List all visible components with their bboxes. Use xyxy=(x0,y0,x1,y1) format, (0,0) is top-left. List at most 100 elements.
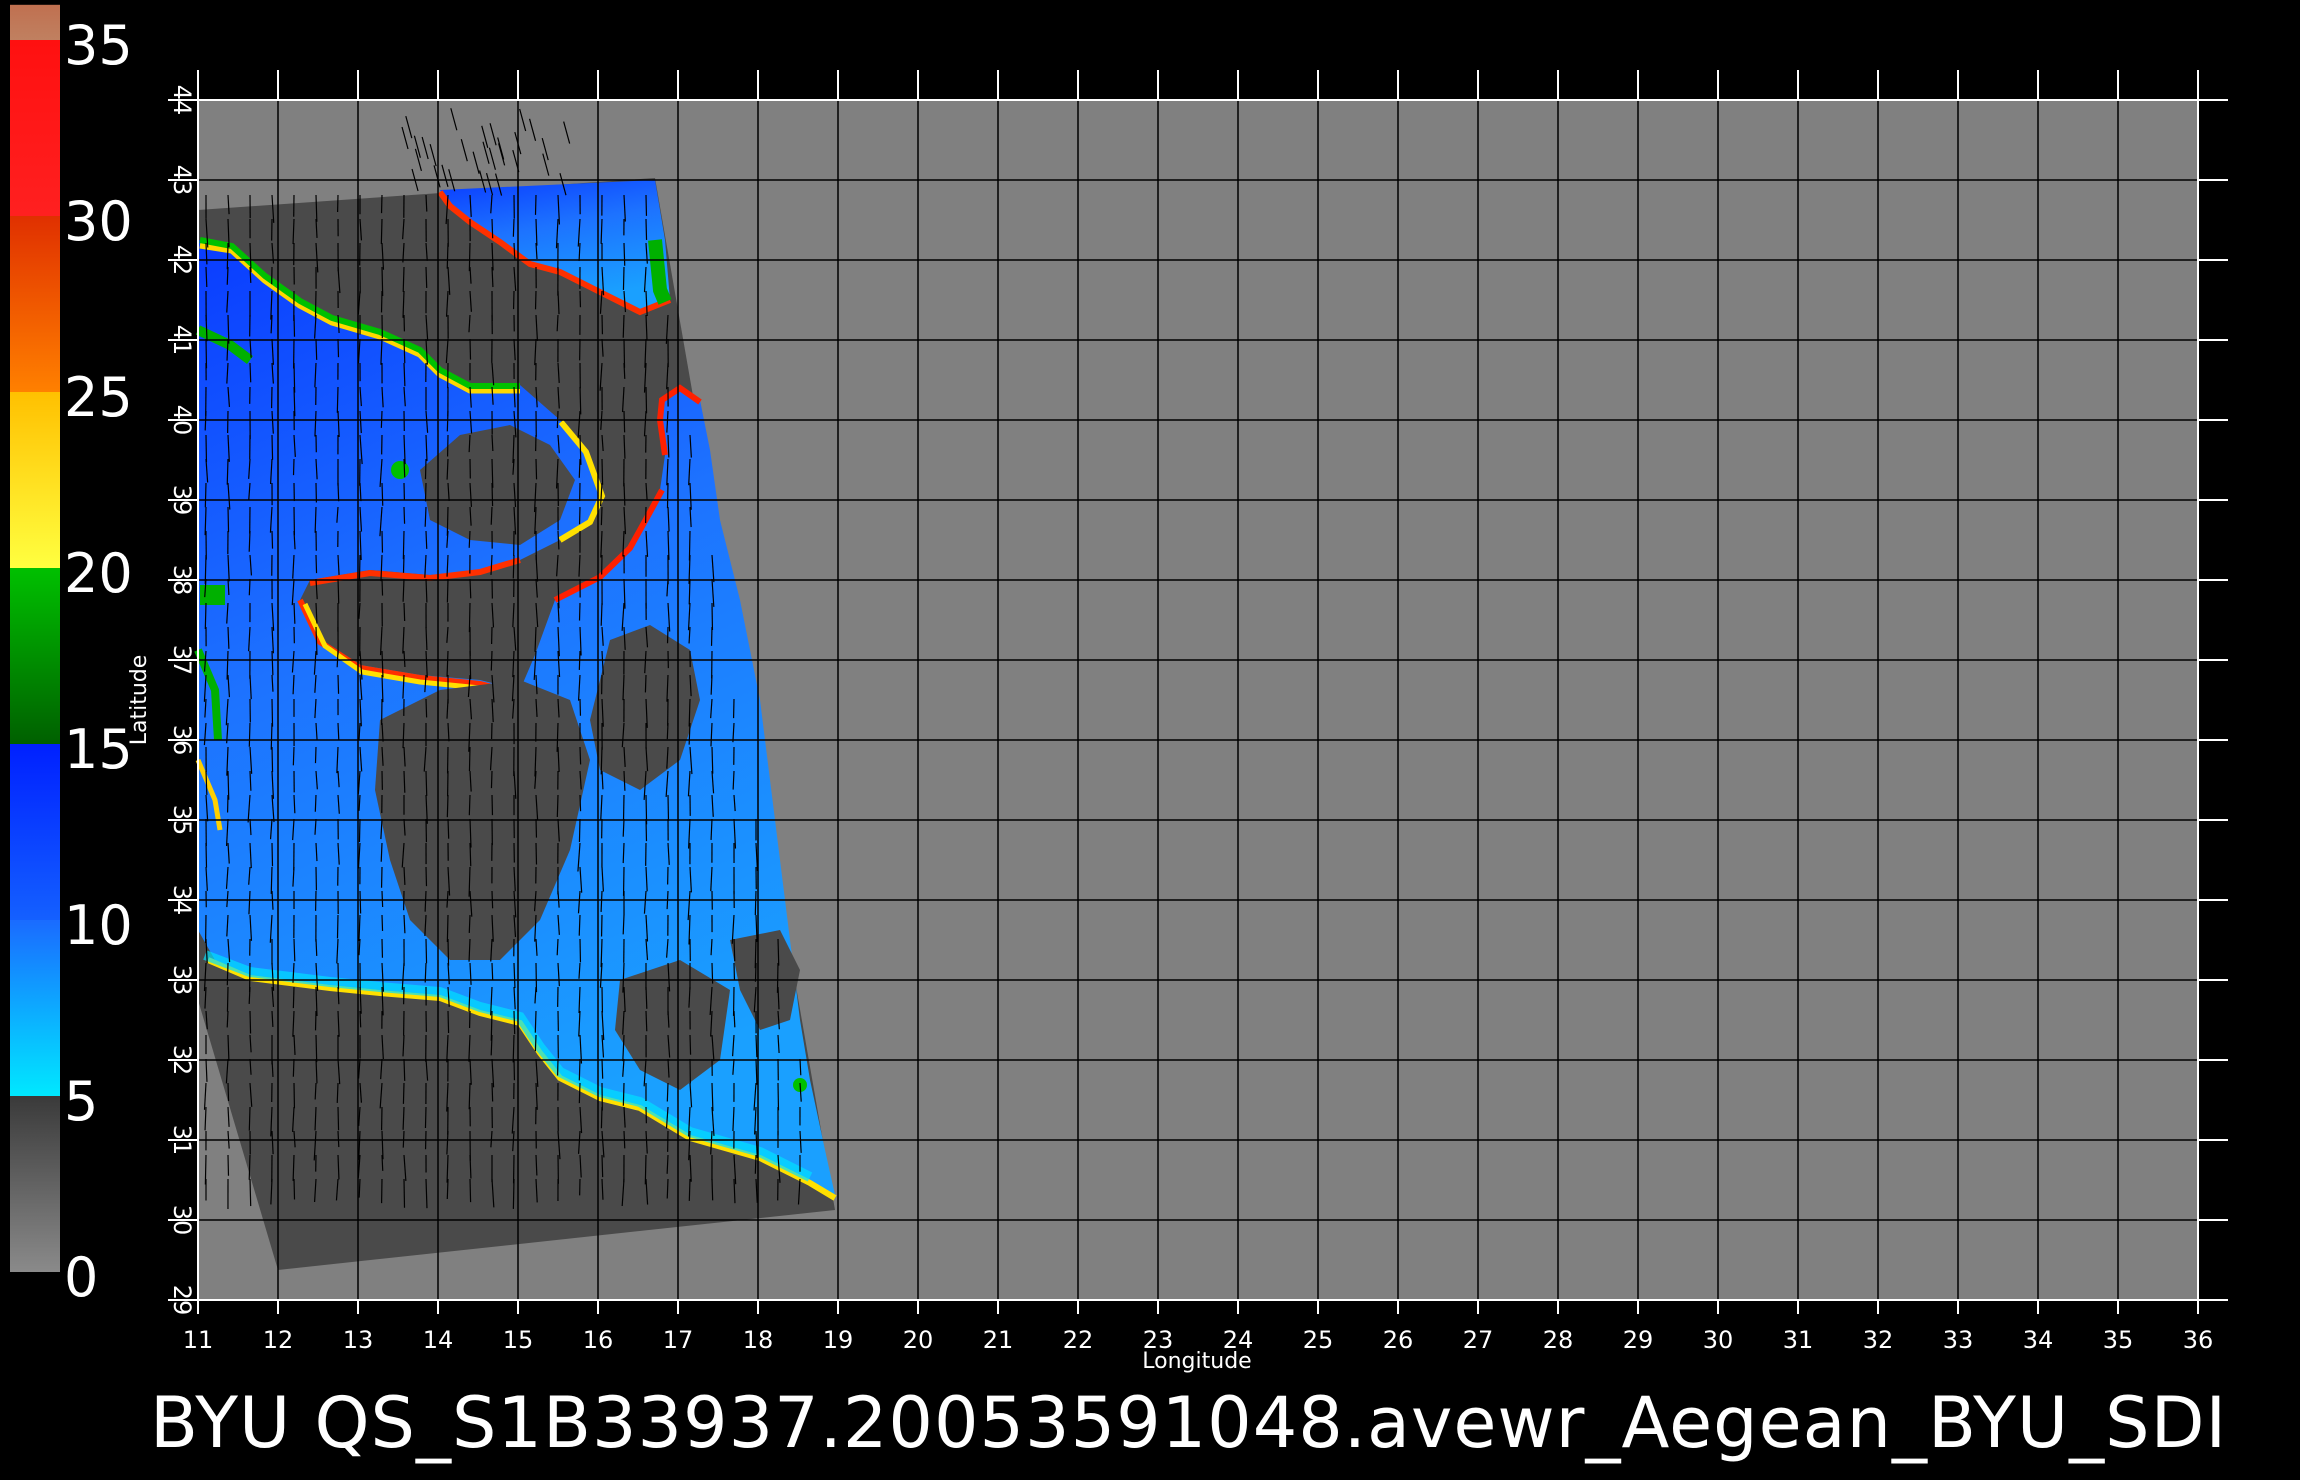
wind-vector xyxy=(666,482,669,509)
wind-vector xyxy=(446,410,449,432)
wind-vector xyxy=(601,458,604,485)
colorbar-band-25-30 xyxy=(10,216,60,392)
wind-vector xyxy=(205,770,208,795)
wind-vector xyxy=(425,938,428,964)
wind-vector xyxy=(271,698,274,727)
wind-vector xyxy=(733,1010,736,1028)
wind-vector xyxy=(248,986,251,1004)
wind-vector xyxy=(425,530,428,549)
wind-vector xyxy=(710,674,713,695)
image-caption: BYU QS_S1B33937.20053591048.avewr_Aegean… xyxy=(150,1382,2228,1464)
wind-vector xyxy=(337,962,340,990)
wind-vector xyxy=(293,938,296,962)
figure: 35 30 25 20 15 10 5 0 11 12 13 14 15 16 … xyxy=(0,0,2300,1480)
wind-vector xyxy=(293,794,296,814)
wind-vector xyxy=(579,386,582,415)
wind-vector xyxy=(601,1154,604,1178)
wind-vector xyxy=(491,1082,494,1102)
colorbar-band-15-20 xyxy=(10,568,60,744)
lon-tick-label: 16 xyxy=(583,1326,614,1354)
wind-vector xyxy=(402,530,405,560)
lon-tick-label: 27 xyxy=(1463,1326,1494,1354)
lon-tick-label: 28 xyxy=(1543,1326,1574,1354)
wind-vector xyxy=(754,962,757,982)
wind-vector xyxy=(337,722,340,740)
wind-vector xyxy=(755,1034,758,1058)
wind-vector xyxy=(512,218,515,237)
lat-tick-label: 33 xyxy=(168,965,196,996)
wind-vector xyxy=(534,1010,537,1033)
wind-vector xyxy=(293,1178,296,1200)
wind-vector xyxy=(666,1082,669,1102)
wind-vector xyxy=(337,1130,340,1148)
wind-vector xyxy=(491,218,494,239)
wind-vector xyxy=(446,1178,449,1200)
lon-tick-label: 26 xyxy=(1383,1326,1414,1354)
colorbar-label: 35 xyxy=(64,14,133,77)
wind-vector xyxy=(424,482,427,502)
colorbar-label: 25 xyxy=(64,366,133,429)
wind-vector xyxy=(645,386,648,414)
wind-vector xyxy=(381,890,384,908)
wind-vector xyxy=(754,1154,757,1174)
colorbar-band-30-35 xyxy=(10,40,60,216)
wind-vector xyxy=(314,290,317,319)
wind-vector xyxy=(226,266,229,285)
lat-tick-label: 30 xyxy=(168,1205,196,1236)
lon-tick-label: 14 xyxy=(423,1326,454,1354)
lat-tick-label: 38 xyxy=(168,565,196,596)
wind-vector xyxy=(425,266,428,288)
wind-vector xyxy=(293,602,296,624)
wind-vector xyxy=(688,578,691,605)
wind-vector xyxy=(403,602,406,622)
wind-vector xyxy=(447,938,450,966)
wind-vector xyxy=(468,530,471,548)
wind-vector xyxy=(380,218,383,245)
wind-vector xyxy=(534,1034,537,1052)
lon-tick-label: 17 xyxy=(663,1326,694,1354)
wind-vector xyxy=(490,1034,493,1056)
wind-vector xyxy=(314,746,317,764)
wind-vector xyxy=(534,194,537,215)
wind-vector xyxy=(754,890,757,915)
wind-vector xyxy=(601,1058,604,1079)
colorbar-band-10-15 xyxy=(10,744,60,920)
y-axis-label: Latitude xyxy=(127,655,152,746)
wind-vector xyxy=(622,818,625,837)
lat-tick-label: 31 xyxy=(168,1125,196,1156)
wind-vector xyxy=(689,1034,692,1055)
wind-vector xyxy=(358,818,361,843)
wind-vector xyxy=(578,1058,581,1081)
colorbar-label: 20 xyxy=(64,542,133,605)
wind-vector xyxy=(622,914,625,935)
wind-vector xyxy=(578,914,581,936)
wind-vector xyxy=(271,746,274,772)
wind-vector xyxy=(249,1178,252,1207)
wind-vector xyxy=(490,770,493,789)
wind-vector xyxy=(556,794,559,818)
wind-vector xyxy=(337,578,340,604)
wind-vector xyxy=(403,770,406,793)
lon-tick-label: 32 xyxy=(1863,1326,1894,1354)
wind-vector xyxy=(358,1178,361,1198)
lat-tick-label: 37 xyxy=(168,645,196,676)
wind-vector xyxy=(600,506,603,526)
lon-tick-label: 21 xyxy=(983,1326,1014,1354)
wind-vector xyxy=(446,242,449,269)
wind-vector xyxy=(513,1010,516,1035)
lon-tick-label: 20 xyxy=(903,1326,934,1354)
wind-vector xyxy=(271,530,274,549)
wind-vector xyxy=(337,482,340,502)
wind-vector xyxy=(469,842,472,867)
wind-vector xyxy=(292,746,295,766)
wind-vector xyxy=(777,938,780,966)
lat-tick-label: 41 xyxy=(168,325,196,356)
wind-vector xyxy=(403,458,406,478)
wind-vector xyxy=(644,674,647,693)
wind-vector xyxy=(248,578,251,596)
lat-tick-label: 40 xyxy=(168,405,196,436)
wind-vector xyxy=(248,530,251,552)
lat-tick-label: 36 xyxy=(168,725,196,756)
wind-vector xyxy=(578,458,581,478)
wind-vector xyxy=(249,1010,252,1034)
